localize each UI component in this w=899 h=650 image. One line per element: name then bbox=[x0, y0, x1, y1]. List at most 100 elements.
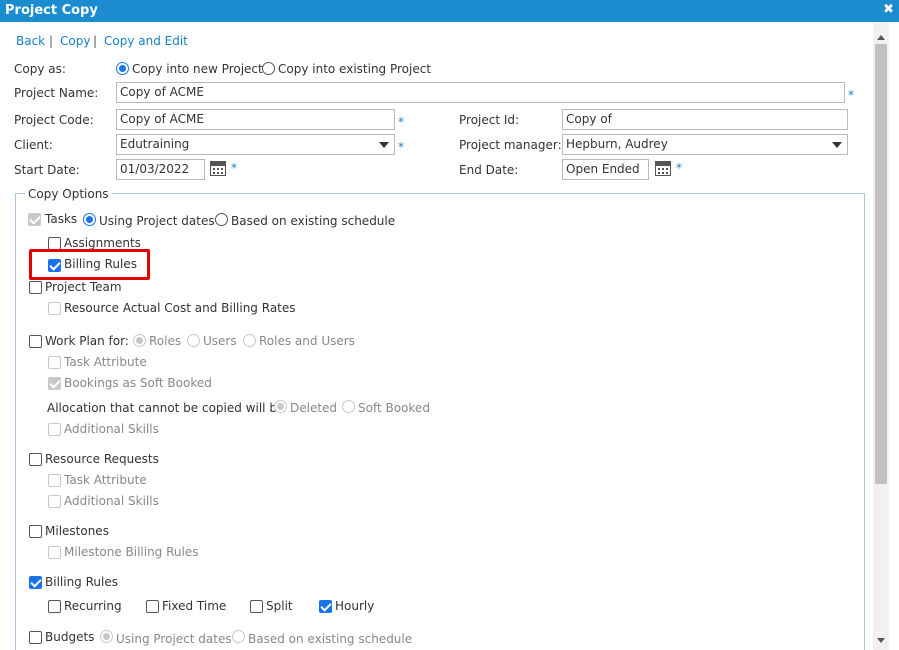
work-plan-roles-users-label: Roles and Users bbox=[259, 334, 355, 348]
bookings-soft-checkbox[interactable] bbox=[48, 377, 61, 390]
resource-actual-cost-label: Resource Actual Cost and Billing Rates bbox=[64, 301, 296, 315]
work-plan-users-radio[interactable] bbox=[187, 334, 200, 347]
project-name-input[interactable]: Copy of ACME bbox=[116, 82, 845, 103]
fixed-time-checkbox[interactable] bbox=[146, 600, 159, 613]
copy-new-label: Copy into new Project bbox=[132, 62, 263, 76]
allocation-soft-booked-radio[interactable] bbox=[342, 400, 355, 413]
budgets-based-on-existing-label: Based on existing schedule bbox=[248, 632, 413, 646]
end-date-label: End Date: bbox=[459, 163, 519, 177]
rr-additional-skills-label: Additional Skills bbox=[64, 494, 159, 508]
split-checkbox[interactable] bbox=[250, 600, 263, 613]
scroll-up-icon[interactable] bbox=[877, 35, 885, 40]
copy-as-label: Copy as: bbox=[14, 62, 66, 76]
required-marker: * bbox=[398, 115, 404, 129]
milestones-label: Milestones bbox=[45, 524, 109, 538]
scroll-down-icon[interactable] bbox=[877, 638, 885, 643]
budgets-using-project-dates-radio[interactable] bbox=[100, 630, 113, 643]
project-team-checkbox[interactable] bbox=[29, 281, 42, 294]
allocation-label: Allocation that cannot be copied will be bbox=[47, 401, 285, 415]
project-name-label: Project Name: bbox=[14, 86, 99, 100]
required-marker: * bbox=[231, 161, 237, 175]
copy-and-edit-link[interactable]: Copy and Edit bbox=[104, 34, 188, 48]
client-label: Client: bbox=[14, 138, 53, 152]
allocation-soft-booked-label: Soft Booked bbox=[358, 401, 430, 415]
required-marker: * bbox=[676, 161, 682, 175]
recurring-checkbox[interactable] bbox=[48, 600, 61, 613]
billing-rules-checkbox[interactable] bbox=[29, 576, 42, 589]
work-plan-checkbox[interactable] bbox=[29, 335, 42, 348]
end-date-input[interactable]: Open Ended bbox=[562, 159, 649, 180]
project-id-input[interactable]: Copy of bbox=[562, 109, 848, 130]
allocation-deleted-label: Deleted bbox=[290, 401, 338, 415]
work-plan-roles-label: Roles bbox=[149, 334, 182, 348]
rr-task-attribute-label: Task Attribute bbox=[64, 473, 147, 487]
tasks-using-project-dates-radio[interactable] bbox=[83, 213, 96, 226]
project-manager-select[interactable]: Hepburn, Audrey bbox=[562, 134, 848, 155]
nav-separator: | bbox=[93, 34, 98, 48]
work-plan-task-attribute-label: Task Attribute bbox=[64, 355, 147, 369]
start-date-label: Start Date: bbox=[14, 163, 80, 177]
project-code-label: Project Code: bbox=[14, 113, 94, 127]
tasks-label: Tasks bbox=[45, 212, 78, 226]
hourly-checkbox[interactable] bbox=[319, 600, 332, 613]
calendar-icon[interactable] bbox=[655, 161, 671, 176]
tasks-using-project-dates-label: Using Project dates bbox=[99, 214, 215, 228]
billing-rules-label: Billing Rules bbox=[45, 575, 118, 589]
budgets-checkbox[interactable] bbox=[29, 631, 42, 644]
work-plan-additional-skills-label: Additional Skills bbox=[64, 422, 159, 436]
fixed-time-label: Fixed Time bbox=[162, 599, 227, 613]
scrollbar-thumb[interactable] bbox=[875, 44, 887, 484]
tasks-checkbox[interactable] bbox=[28, 213, 41, 226]
project-manager-value: Hepburn, Audrey bbox=[566, 137, 668, 151]
project-id-label: Project Id: bbox=[459, 113, 520, 127]
resource-requests-checkbox[interactable] bbox=[29, 453, 42, 466]
work-plan-users-label: Users bbox=[203, 334, 237, 348]
rr-additional-skills-checkbox[interactable] bbox=[48, 495, 61, 508]
work-plan-roles-users-radio[interactable] bbox=[243, 334, 256, 347]
chevron-down-icon bbox=[379, 142, 389, 148]
calendar-icon[interactable] bbox=[210, 161, 226, 176]
budgets-using-project-dates-label: Using Project dates bbox=[116, 632, 232, 646]
milestone-billing-rules-checkbox[interactable] bbox=[48, 546, 61, 559]
nav-separator: | bbox=[49, 34, 54, 48]
bookings-soft-label: Bookings as Soft Booked bbox=[64, 376, 212, 390]
close-icon[interactable]: ✖ bbox=[883, 2, 894, 17]
milestones-checkbox[interactable] bbox=[29, 525, 42, 538]
recurring-label: Recurring bbox=[64, 599, 122, 613]
client-select[interactable]: Edutraining bbox=[116, 134, 395, 155]
project-code-input[interactable]: Copy of ACME bbox=[116, 109, 395, 130]
title-bar: Project Copy ✖ bbox=[0, 0, 899, 22]
required-marker: * bbox=[848, 88, 854, 102]
copy-options-legend: Copy Options bbox=[25, 187, 112, 201]
back-link[interactable]: Back bbox=[16, 34, 45, 48]
rr-task-attribute-checkbox[interactable] bbox=[48, 474, 61, 487]
resource-actual-cost-checkbox[interactable] bbox=[48, 302, 61, 315]
work-plan-additional-skills-checkbox[interactable] bbox=[48, 423, 61, 436]
highlight-box bbox=[29, 249, 150, 280]
copy-existing-radio[interactable] bbox=[262, 62, 275, 75]
allocation-deleted-radio[interactable] bbox=[274, 400, 287, 413]
vertical-scrollbar[interactable] bbox=[873, 22, 889, 650]
project-manager-label: Project manager: bbox=[459, 138, 562, 152]
copy-existing-label: Copy into existing Project bbox=[278, 62, 432, 76]
copy-link[interactable]: Copy bbox=[60, 34, 90, 48]
resource-requests-label: Resource Requests bbox=[45, 452, 159, 466]
tasks-based-on-existing-label: Based on existing schedule bbox=[231, 214, 396, 228]
start-date-input[interactable]: 01/03/2022 bbox=[116, 159, 205, 180]
budgets-label: Budgets bbox=[45, 630, 95, 644]
client-value: Edutraining bbox=[120, 137, 190, 151]
dialog-content: Back | Copy | Copy and Edit Copy as: Cop… bbox=[0, 22, 873, 650]
work-plan-label: Work Plan for: bbox=[45, 334, 129, 348]
split-label: Split bbox=[266, 599, 293, 613]
project-team-label: Project Team bbox=[45, 280, 122, 294]
hourly-label: Hourly bbox=[335, 599, 375, 613]
required-marker: * bbox=[398, 140, 404, 154]
assignments-label: Assignments bbox=[64, 236, 141, 250]
work-plan-roles-radio[interactable] bbox=[133, 334, 146, 347]
chevron-down-icon bbox=[832, 142, 842, 148]
work-plan-task-attribute-checkbox[interactable] bbox=[48, 356, 61, 369]
tasks-based-on-existing-radio[interactable] bbox=[215, 213, 228, 226]
window-title: Project Copy bbox=[5, 3, 98, 18]
budgets-based-on-existing-radio[interactable] bbox=[232, 630, 245, 643]
copy-new-radio[interactable] bbox=[116, 62, 129, 75]
